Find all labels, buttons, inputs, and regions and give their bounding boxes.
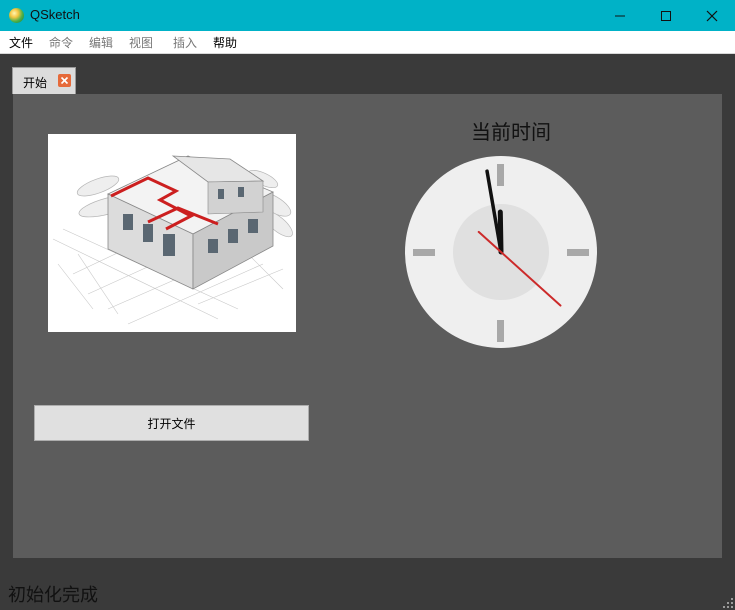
menu-insert[interactable]: 插入 xyxy=(173,34,197,51)
menu-command[interactable]: 命令 xyxy=(49,34,73,51)
clock-title: 当前时间 xyxy=(471,122,551,144)
tick-6 xyxy=(497,320,504,342)
window-title: QSketch xyxy=(30,7,80,22)
menu-view[interactable]: 视图 xyxy=(129,34,153,51)
start-page-panel: 打开文件 当前时间 xyxy=(13,94,722,558)
tab-start[interactable]: 开始 xyxy=(12,67,76,94)
maximize-button[interactable] xyxy=(643,0,689,31)
title-bar[interactable]: QSketch xyxy=(0,0,735,31)
tick-3 xyxy=(567,249,589,256)
tab-label: 开始 xyxy=(23,76,48,90)
minimize-icon xyxy=(615,15,625,16)
analog-clock xyxy=(405,156,597,348)
menu-file[interactable]: 文件 xyxy=(9,34,33,51)
close-icon xyxy=(706,10,718,21)
menu-bar: 文件 命令 编辑 视图 插入 帮助 xyxy=(0,31,735,54)
app-icon xyxy=(9,8,24,23)
tick-9 xyxy=(413,249,435,256)
close-button[interactable] xyxy=(689,0,735,31)
close-icon xyxy=(60,76,69,85)
house-image xyxy=(48,134,296,332)
open-file-button[interactable]: 打开文件 xyxy=(34,405,309,441)
menu-help[interactable]: 帮助 xyxy=(213,34,237,51)
tick-12 xyxy=(497,164,504,186)
status-text: 初始化完成 xyxy=(8,585,98,605)
tab-close-button[interactable] xyxy=(58,74,71,87)
minimize-button[interactable] xyxy=(597,0,643,31)
resize-grip-icon[interactable] xyxy=(722,597,734,609)
menu-edit[interactable]: 编辑 xyxy=(89,34,113,51)
maximize-icon xyxy=(661,10,671,21)
